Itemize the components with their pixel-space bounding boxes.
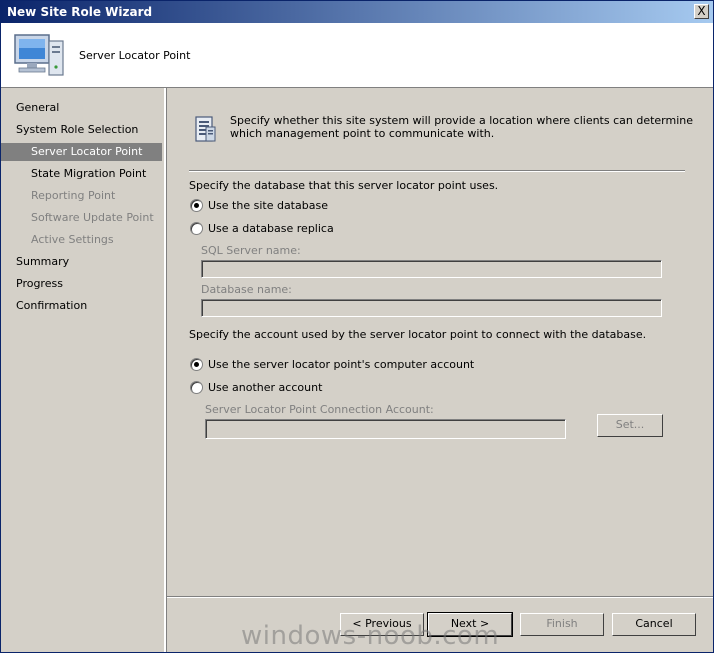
page-title: Server Locator Point xyxy=(79,49,191,62)
nav-item-state-migration-point[interactable]: State Migration Point xyxy=(1,165,192,183)
title-bar[interactable]: New Site Role Wizard X xyxy=(1,1,713,23)
wizard-window: New Site Role Wizard X Server Locator Po… xyxy=(0,0,714,653)
use-database-replica-label[interactable]: Use a database replica xyxy=(208,222,334,235)
watermark: windows-noob.com xyxy=(241,621,500,651)
sql-server-name-input[interactable] xyxy=(201,260,662,278)
sql-server-name-label: SQL Server name: xyxy=(201,244,301,257)
footer-separator xyxy=(167,596,713,598)
server-icon xyxy=(195,116,216,142)
window-title: New Site Role Wizard xyxy=(7,5,153,19)
database-prompt: Specify the database that this server lo… xyxy=(189,179,499,192)
separator xyxy=(189,170,685,172)
nav-item-progress[interactable]: Progress xyxy=(1,275,177,293)
close-button[interactable]: X xyxy=(694,4,709,19)
database-name-label: Database name: xyxy=(201,283,292,296)
set-account-button[interactable]: Set... xyxy=(597,414,663,437)
nav-item-active-settings: Active Settings xyxy=(31,233,114,246)
use-computer-account-label[interactable]: Use the server locator point's computer … xyxy=(208,358,474,371)
use-computer-account-radio[interactable] xyxy=(190,358,203,371)
wizard-header: Server Locator Point xyxy=(1,23,713,88)
cancel-button[interactable]: Cancel xyxy=(612,613,696,636)
account-prompt: Specify the account used by the server l… xyxy=(189,328,647,341)
wizard-steps-nav: General System Role Selection Server Loc… xyxy=(1,88,166,652)
computer-icon xyxy=(14,34,64,76)
wizard-content: Specify whether this site system will pr… xyxy=(167,88,713,652)
use-database-replica-radio[interactable] xyxy=(190,222,203,235)
nav-item-system-role-selection[interactable]: System Role Selection xyxy=(1,121,177,139)
connection-account-label: Server Locator Point Connection Account: xyxy=(205,403,434,416)
nav-item-server-locator-point[interactable]: Server Locator Point xyxy=(1,143,162,161)
use-site-database-label[interactable]: Use the site database xyxy=(208,199,328,212)
nav-item-general[interactable]: General xyxy=(1,99,177,117)
use-another-account-label[interactable]: Use another account xyxy=(208,381,322,394)
nav-item-summary[interactable]: Summary xyxy=(1,253,177,271)
nav-item-confirmation[interactable]: Confirmation xyxy=(1,297,177,315)
close-icon: X xyxy=(697,4,706,18)
database-name-input[interactable] xyxy=(201,299,662,317)
connection-account-input[interactable] xyxy=(205,419,566,439)
use-another-account-radio[interactable] xyxy=(190,381,203,394)
use-site-database-radio[interactable] xyxy=(190,199,203,212)
nav-item-reporting-point: Reporting Point xyxy=(31,189,116,202)
finish-button[interactable]: Finish xyxy=(520,613,604,636)
nav-item-software-update-point: Software Update Point xyxy=(31,211,154,224)
page-description: Specify whether this site system will pr… xyxy=(230,114,694,140)
